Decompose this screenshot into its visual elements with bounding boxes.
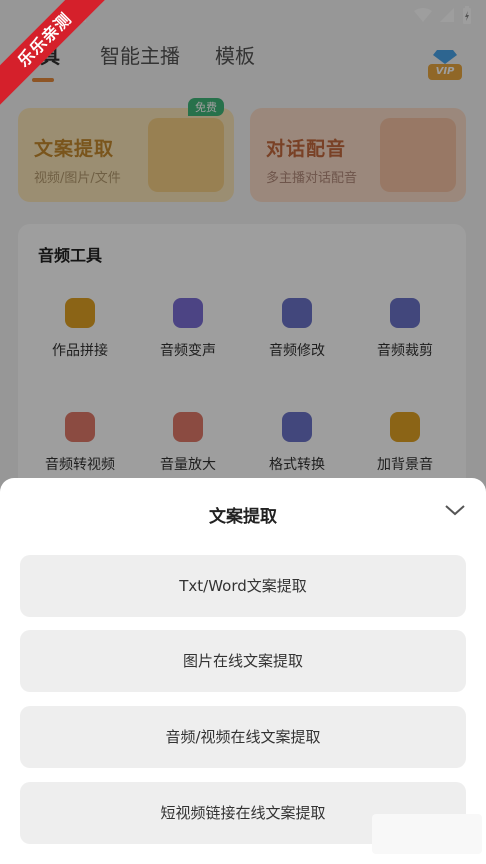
option-audio-video-extract[interactable]: 音频/视频在线文案提取 (20, 706, 466, 768)
option-txt-word-extract[interactable]: Txt/Word文案提取 (20, 555, 466, 617)
chevron-down-icon[interactable] (444, 502, 466, 518)
option-image-extract[interactable]: 图片在线文案提取 (20, 630, 466, 692)
sheet-title: 文案提取 (209, 507, 277, 527)
faint-overlay-box (372, 814, 482, 854)
screen: 具 智能主播 模板 VIP 文案提取 视频/图片/文件 免费 对话配音 多主播对… (0, 0, 486, 864)
